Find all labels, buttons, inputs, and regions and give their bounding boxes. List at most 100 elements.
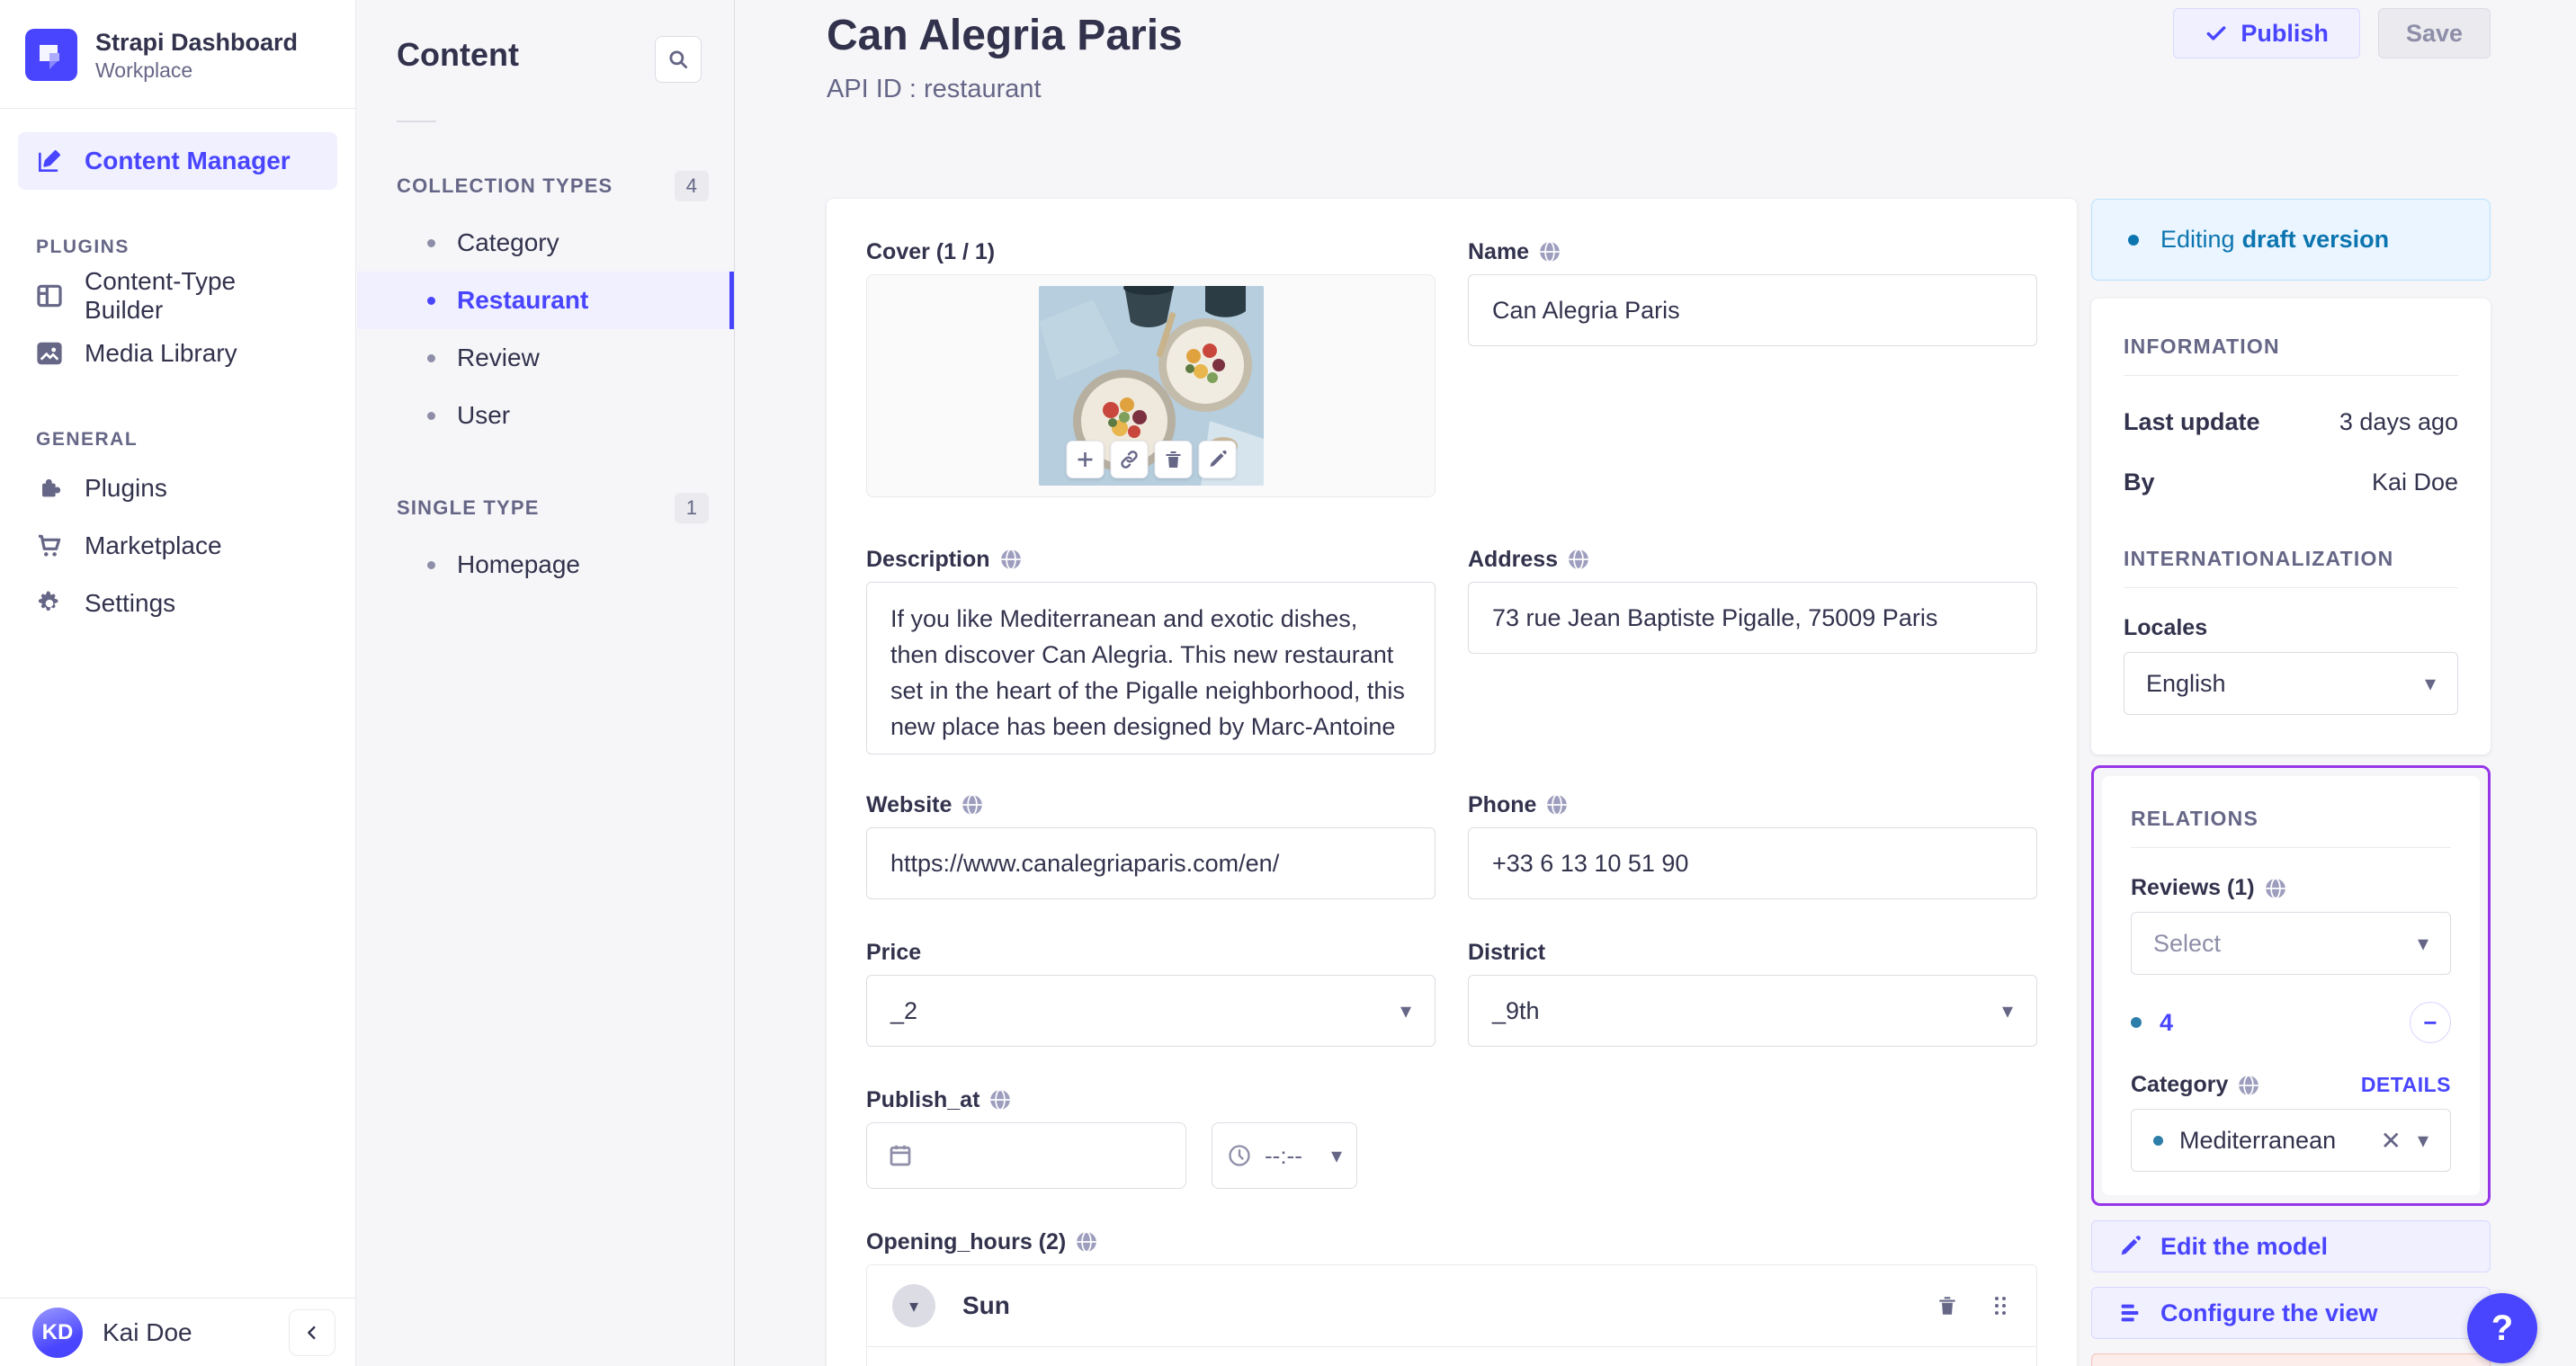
trash-icon [1166, 451, 1180, 468]
calendar-icon [890, 1145, 911, 1166]
main-area: Can Alegria Paris API ID : restaurant Pu… [735, 0, 2576, 1366]
single-type-label: SINGLE TYPE [397, 496, 540, 519]
publish-at-time-input[interactable]: --:-- ▾ [1212, 1122, 1357, 1189]
globe-icon [2265, 877, 2285, 899]
price-value: _2 [890, 996, 918, 1024]
configure-view-button[interactable]: Configure the view [2091, 1287, 2491, 1339]
item-label: Review [457, 344, 540, 371]
globe-icon [1547, 794, 1568, 816]
edit-model-button[interactable]: Edit the model [2091, 1220, 2491, 1272]
status-prefix: Editing [2160, 226, 2235, 253]
cart-icon [34, 531, 65, 561]
chevron-down-icon: ▾ [2417, 931, 2428, 956]
delete-entry-button[interactable] [2091, 1353, 2491, 1366]
app-subtitle: Workplace [95, 58, 193, 82]
nav-section-general: GENERAL [36, 429, 139, 450]
delete-media-button[interactable] [1154, 441, 1192, 478]
sidebar-item-review[interactable]: Review [357, 329, 734, 387]
category-select[interactable]: Mediterranean ✕ ▾ [2131, 1109, 2451, 1172]
brand-block: Strapi Dashboard Workplace [0, 0, 355, 109]
sidebar-item-user[interactable]: User [357, 387, 734, 444]
sidebar-item-homepage[interactable]: Homepage [357, 536, 734, 594]
publish-label: Publish [2241, 19, 2329, 47]
phone-input[interactable] [1468, 827, 2037, 899]
internationalization-title: INTERNATIONALIZATION [2124, 547, 2394, 570]
address-input[interactable] [1468, 582, 2037, 654]
bullet-icon [427, 238, 435, 247]
publish-button[interactable]: Publish [2173, 8, 2360, 58]
relation-link[interactable]: 4 [2160, 1009, 2410, 1037]
divider [2131, 847, 2451, 848]
side-panel: Editing draft version INFORMATION Last u… [2091, 199, 2491, 1366]
divider [2124, 375, 2458, 376]
bullet-icon [427, 560, 435, 569]
remove-relation-button[interactable]: − [2410, 1002, 2451, 1043]
configure-view-label: Configure the view [2160, 1299, 2378, 1326]
clear-icon[interactable]: ✕ [2380, 1126, 2401, 1156]
price-select[interactable]: _2 ▾ [866, 975, 1436, 1047]
cover-label: Cover (1 / 1) [866, 239, 996, 264]
price-label: Price [866, 940, 922, 965]
add-media-button[interactable] [1066, 441, 1104, 478]
chevron-left-icon [308, 1326, 316, 1339]
status-emphasis: draft version [2241, 226, 2390, 253]
search-button[interactable] [655, 36, 702, 83]
opening-hours-group: ▾ Sun ▾ Tue - Sat [866, 1264, 2037, 1366]
globe-icon [1077, 1231, 1097, 1253]
divider [2124, 587, 2458, 588]
drag-handle[interactable] [1990, 1294, 2011, 1317]
publish-at-date-input[interactable] [866, 1122, 1186, 1189]
chevron-down-icon: ▾ [1400, 998, 1411, 1023]
layout-icon [34, 281, 65, 311]
draft-status-banner: Editing draft version [2091, 199, 2491, 281]
details-link[interactable]: DETAILS [2361, 1073, 2451, 1097]
website-label: Website [866, 791, 1436, 818]
collection-types-count: 4 [674, 171, 709, 201]
edit-model-label: Edit the model [2160, 1232, 2329, 1260]
information-title: INFORMATION [2124, 335, 2280, 358]
save-button[interactable]: Save [2377, 8, 2491, 58]
reviews-select[interactable]: Select ▾ [2131, 912, 2451, 975]
website-input[interactable] [866, 827, 1436, 899]
accordion-label: Sun [962, 1291, 1010, 1319]
api-id-subtitle: API ID : restaurant [827, 75, 1042, 103]
puzzle-icon [34, 473, 65, 504]
relations-title: RELATIONS [2131, 807, 2258, 830]
help-button[interactable]: ? [2467, 1293, 2537, 1363]
sidebar-item-restaurant[interactable]: Restaurant [357, 272, 734, 329]
drag-dots-icon [1995, 1297, 2006, 1315]
information-card: INFORMATION Last update 3 days ago By Ka… [2091, 299, 2491, 754]
description-textarea[interactable]: If you like Mediterranean and exotic dis… [866, 582, 1436, 754]
item-label: Category [457, 228, 559, 256]
edit-form-card: Cover (1 / 1) Name Can Alegria Paris Des… [827, 199, 2077, 1366]
delete-row-button[interactable] [1936, 1294, 1959, 1317]
sidebar-item-category[interactable]: Category [357, 214, 734, 272]
sidebar-item-label: Content Manager [85, 147, 291, 174]
cover-field[interactable] [866, 274, 1436, 497]
collapse-sidebar-button[interactable] [289, 1308, 335, 1356]
sidebar-item-label: Content-Type Builder [85, 267, 237, 324]
chevron-down-icon: ▾ [2424, 671, 2436, 696]
item-label: Homepage [457, 550, 580, 578]
opening-hours-row-sun: ▾ Sun [867, 1265, 2036, 1346]
locales-select[interactable]: English ▾ [2124, 652, 2458, 715]
list-icon [2121, 1304, 2139, 1322]
name-label: Name [1468, 238, 2037, 265]
sidebar-item-content-type-builder[interactable]: Content-Type Builder [18, 267, 337, 325]
reviews-label: Reviews (1) [2131, 875, 2451, 901]
edit-media-button[interactable] [1198, 441, 1236, 478]
district-value: _9th [1492, 996, 1540, 1024]
accordion-toggle-button[interactable]: ▾ [892, 1284, 935, 1327]
sidebar-item-settings[interactable]: Settings [18, 575, 337, 632]
name-input[interactable] [1468, 274, 2037, 346]
sidebar-item-plugins[interactable]: Plugins [18, 460, 337, 517]
copy-link-button[interactable] [1110, 441, 1148, 478]
district-select[interactable]: _9th ▾ [1468, 975, 2037, 1047]
relation-item: 4 − [2131, 1002, 2451, 1043]
check-icon [2207, 26, 2226, 40]
locales-label: Locales [2124, 615, 2208, 640]
sidebar-item-marketplace[interactable]: Marketplace [18, 517, 337, 575]
relations-highlight-box: RELATIONS Reviews (1) Select ▾ 4 − Categ… [2091, 765, 2491, 1206]
sidebar-item-content-manager[interactable]: Content Manager [18, 132, 337, 190]
sidebar-item-media-library[interactable]: Media Library [18, 325, 337, 382]
